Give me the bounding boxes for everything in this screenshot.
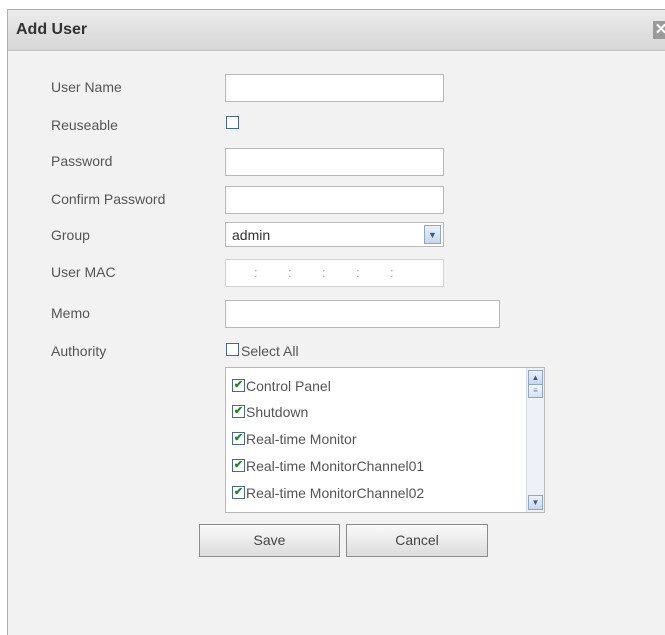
group-selected-value: admin [232, 227, 271, 243]
confirm-password-input[interactable] [225, 186, 444, 214]
user-name-label: User Name [51, 79, 122, 95]
authority-label: Authority [51, 343, 107, 359]
reuseable-label: Reuseable [51, 117, 118, 133]
reuseable-checkbox[interactable] [226, 116, 239, 129]
mac-separator: : [254, 265, 258, 280]
list-item-label: Shutdown [246, 404, 309, 420]
memo-label: Memo [51, 305, 90, 321]
confirm-password-label: Confirm Password [51, 191, 166, 207]
dialog-title: Add User [16, 21, 88, 38]
dialog-titlebar: Add User ✕ [8, 10, 665, 51]
check-icon[interactable]: ✔ [232, 486, 245, 499]
save-button[interactable]: Save [199, 524, 340, 557]
scroll-down-icon[interactable]: ▼ [528, 495, 543, 510]
mac-separator: : [390, 265, 394, 280]
scroll-up-icon[interactable]: ▲ [528, 370, 543, 385]
mac-separator: : [288, 265, 292, 280]
list-item-label: Real-time MonitorChannel02 [246, 485, 425, 501]
list-scrollbar[interactable]: ▲ ≡ ▼ [526, 368, 544, 512]
user-mac-label: User MAC [51, 264, 116, 280]
close-icon[interactable]: ✕ [653, 21, 665, 39]
check-icon[interactable]: ✔ [232, 432, 245, 445]
mac-separator: : [322, 265, 326, 280]
check-icon[interactable]: ✔ [232, 459, 245, 472]
authority-list: ✔ Control Panel ✔ Shutdown ✔ Real-time M… [225, 367, 545, 513]
user-name-input[interactable] [225, 74, 444, 102]
password-input[interactable] [225, 148, 444, 176]
group-label: Group [51, 227, 90, 243]
add-user-dialog: Add User ✕ User Name Reuseable Password … [7, 9, 665, 635]
memo-input[interactable] [225, 300, 500, 328]
list-item-label: Real-time Monitor [246, 431, 357, 447]
chevron-down-icon[interactable]: ▼ [424, 225, 441, 244]
select-all-label[interactable]: Select All [241, 343, 299, 359]
check-icon[interactable]: ✔ [232, 405, 245, 418]
check-icon[interactable]: ✔ [232, 379, 245, 392]
user-mac-input[interactable]: : : : : : [225, 259, 444, 287]
select-all-checkbox[interactable] [226, 343, 239, 356]
cancel-button[interactable]: Cancel [346, 524, 488, 557]
group-select[interactable]: admin ▼ [225, 222, 444, 247]
list-item-label: Real-time MonitorChannel01 [246, 458, 425, 474]
scroll-thumb[interactable]: ≡ [528, 384, 543, 398]
mac-separator: : [356, 265, 360, 280]
list-item-label: Control Panel [246, 378, 331, 394]
password-label: Password [51, 153, 113, 169]
